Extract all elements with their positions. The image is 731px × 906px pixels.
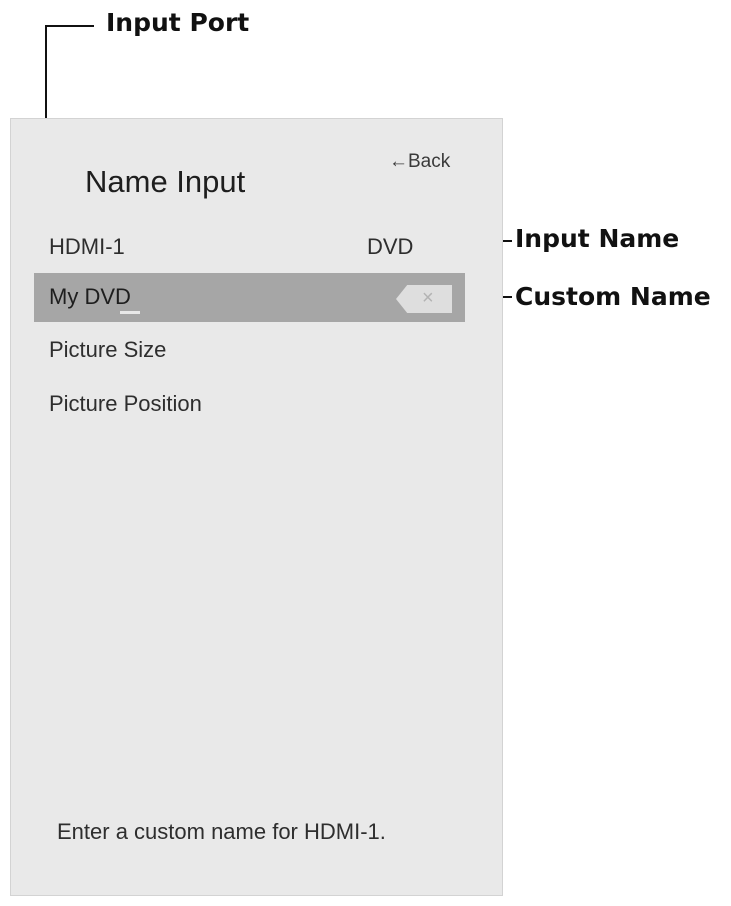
page-title: Name Input bbox=[85, 164, 246, 199]
callout-custom-name: Custom Name bbox=[515, 282, 711, 311]
help-text: Enter a custom name for HDMI-1. bbox=[57, 819, 386, 844]
menu-item-picture-position[interactable]: Picture Position bbox=[49, 391, 202, 417]
close-icon: × bbox=[422, 287, 434, 309]
custom-name-field[interactable]: My DVD × bbox=[34, 273, 465, 322]
input-port-label: HDMI-1 bbox=[49, 234, 125, 259]
custom-name-text: My DVD bbox=[49, 284, 131, 309]
back-button[interactable]: ←Back bbox=[389, 151, 450, 173]
name-input-panel: Name Input ←Back HDMI-1 DVD My DVD × Pic… bbox=[10, 118, 503, 896]
callout-input-name: Input Name bbox=[515, 224, 680, 253]
menu-item-picture-size[interactable]: Picture Size bbox=[49, 337, 166, 363]
input-name-value: DVD bbox=[367, 234, 414, 259]
callout-input-port: Input Port bbox=[106, 8, 250, 37]
clear-text-button[interactable]: × bbox=[396, 285, 452, 313]
text-cursor bbox=[120, 311, 140, 314]
